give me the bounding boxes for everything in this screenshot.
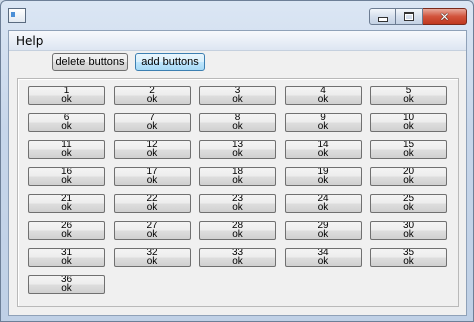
grid-button-caption: ok xyxy=(61,148,72,159)
grid-button-3[interactable]: 3 ok xyxy=(199,86,276,105)
grid-button-28[interactable]: 28 ok xyxy=(199,221,276,240)
window-controls: ✕ xyxy=(369,8,467,25)
grid-button-caption: ok xyxy=(232,175,243,186)
client-area: Help delete buttons add buttons 1 ok 2 ok 3 o… xyxy=(8,30,467,316)
button-grid: 1 ok 2 ok 3 ok 4 ok 5 ok 6 ok 7 ok 8 ok 9 ok 10 ok 11 ok 12 ok 1… xyxy=(17,78,459,307)
grid-button-caption: ok xyxy=(146,202,158,213)
grid-button-19[interactable]: 19 ok xyxy=(284,167,362,186)
grid-button-4[interactable]: 4 ok xyxy=(284,86,362,105)
grid-button-24[interactable]: 24 ok xyxy=(284,194,362,213)
grid-button-caption: ok xyxy=(232,229,243,240)
grid-button-caption: ok xyxy=(317,148,329,159)
grid-button-36[interactable]: 36 ok xyxy=(28,275,105,294)
grid-button-11[interactable]: 11 ok xyxy=(28,140,105,159)
grid-button-caption: ok xyxy=(61,229,72,240)
grid-button-caption: ok xyxy=(232,148,243,159)
grid-button-34[interactable]: 34 ok xyxy=(284,248,362,267)
grid-button-caption: ok xyxy=(317,121,329,132)
grid-button-caption: ok xyxy=(232,94,243,105)
grid-button-caption: ok xyxy=(61,256,72,267)
grid-button-caption: ok xyxy=(317,175,329,186)
grid-button-13[interactable]: 13 ok xyxy=(199,140,276,159)
grid-button-35[interactable]: 35 ok xyxy=(370,248,447,267)
grid-button-caption: ok xyxy=(61,202,72,213)
maximize-icon xyxy=(404,12,414,21)
maximize-button[interactable] xyxy=(396,8,423,25)
grid-button-caption: ok xyxy=(146,121,158,132)
grid-button-12[interactable]: 12 ok xyxy=(113,140,191,159)
grid-button-caption: ok xyxy=(403,229,414,240)
grid-button-caption: ok xyxy=(317,256,329,267)
grid-button-6[interactable]: 6 ok xyxy=(28,113,105,132)
menu-bar: Help xyxy=(9,31,466,51)
grid-button-1[interactable]: 1 ok xyxy=(28,86,105,105)
grid-button-caption: ok xyxy=(403,121,414,132)
grid-button-17[interactable]: 17 ok xyxy=(113,167,191,186)
grid-button-caption: ok xyxy=(317,202,329,213)
grid-button-caption: ok xyxy=(403,94,414,105)
grid-button-15[interactable]: 15 ok xyxy=(370,140,447,159)
grid-button-7[interactable]: 7 ok xyxy=(113,113,191,132)
grid-button-caption: ok xyxy=(317,94,329,105)
grid-button-caption: ok xyxy=(403,148,414,159)
grid-button-caption: ok xyxy=(146,148,158,159)
grid-button-25[interactable]: 25 ok xyxy=(370,194,447,213)
grid-button-14[interactable]: 14 ok xyxy=(284,140,362,159)
grid-button-caption: ok xyxy=(232,121,243,132)
grid-button-26[interactable]: 26 ok xyxy=(28,221,105,240)
grid-button-caption: ok xyxy=(232,202,243,213)
grid-button-caption: ok xyxy=(61,175,72,186)
grid-button-30[interactable]: 30 ok xyxy=(370,221,447,240)
add-buttons-button[interactable]: add buttons xyxy=(135,53,205,71)
grid-button-caption: ok xyxy=(146,256,158,267)
grid-button-caption: ok xyxy=(61,121,72,132)
menu-help[interactable]: Help xyxy=(16,34,43,48)
grid-button-9[interactable]: 9 ok xyxy=(284,113,362,132)
grid-button-20[interactable]: 20 ok xyxy=(370,167,447,186)
grid-button-caption: ok xyxy=(146,229,158,240)
grid-button-32[interactable]: 32 ok xyxy=(113,248,191,267)
grid-button-29[interactable]: 29 ok xyxy=(284,221,362,240)
app-window: ✕ Help delete buttons add buttons 1 ok 2 ok… xyxy=(0,0,474,322)
grid-button-caption: ok xyxy=(403,256,414,267)
grid-button-23[interactable]: 23 ok xyxy=(199,194,276,213)
grid-button-caption: ok xyxy=(61,94,72,105)
grid-button-5[interactable]: 5 ok xyxy=(370,86,447,105)
grid-button-27[interactable]: 27 ok xyxy=(113,221,191,240)
grid-button-caption: ok xyxy=(146,175,158,186)
grid-button-22[interactable]: 22 ok xyxy=(113,194,191,213)
grid-button-caption: ok xyxy=(61,283,72,294)
delete-buttons-button[interactable]: delete buttons xyxy=(52,53,128,71)
title-bar[interactable]: ✕ xyxy=(1,1,473,29)
grid-button-caption: ok xyxy=(317,229,329,240)
close-icon: ✕ xyxy=(439,9,450,24)
grid-button-16[interactable]: 16 ok xyxy=(28,167,105,186)
close-button[interactable]: ✕ xyxy=(423,8,467,25)
grid-button-2[interactable]: 2 ok xyxy=(113,86,191,105)
grid-button-caption: ok xyxy=(403,202,414,213)
grid-button-caption: ok xyxy=(146,94,158,105)
grid-button-10[interactable]: 10 ok xyxy=(370,113,447,132)
grid-button-31[interactable]: 31 ok xyxy=(28,248,105,267)
grid-button-caption: ok xyxy=(232,256,243,267)
grid-button-33[interactable]: 33 ok xyxy=(199,248,276,267)
grid-button-18[interactable]: 18 ok xyxy=(199,167,276,186)
app-icon[interactable] xyxy=(8,8,26,23)
minimize-button[interactable] xyxy=(369,8,396,25)
grid-button-21[interactable]: 21 ok xyxy=(28,194,105,213)
grid-button-8[interactable]: 8 ok xyxy=(199,113,276,132)
minimize-icon xyxy=(377,17,388,22)
grid-button-caption: ok xyxy=(403,175,414,186)
